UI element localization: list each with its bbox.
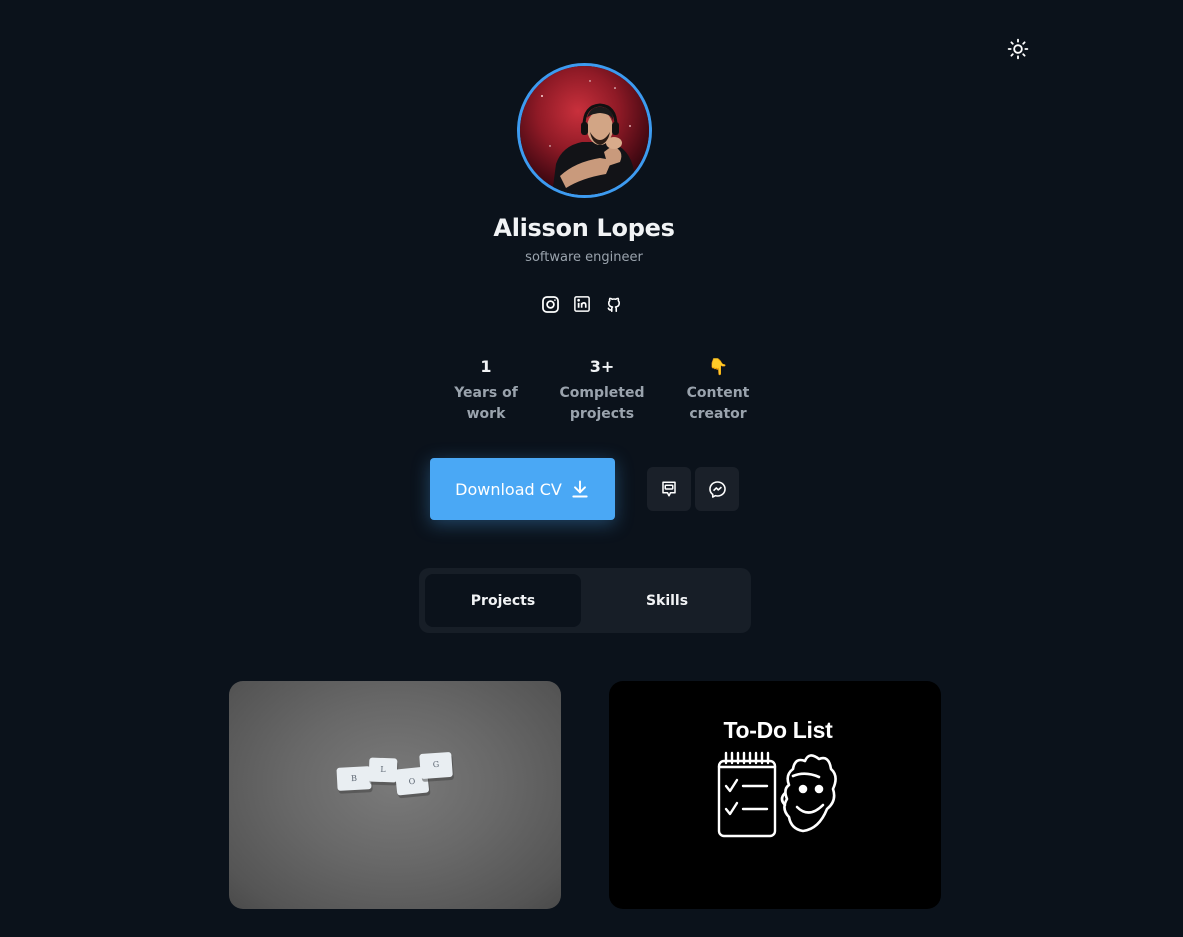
- stat-value: 1: [480, 357, 492, 376]
- pointing-down-emoji: 👇: [708, 357, 728, 376]
- profile-role: software engineer: [525, 250, 643, 265]
- chat-button[interactable]: [647, 467, 691, 511]
- instagram-link[interactable]: [540, 293, 560, 315]
- cartoon-face-icon: [780, 754, 837, 833]
- stat-label: Years of work: [454, 385, 518, 422]
- stat-years: 1 Years of work: [428, 356, 544, 425]
- section-tabs: Projects Skills: [419, 568, 751, 633]
- download-cv-label: Download CV: [455, 479, 562, 499]
- github-link[interactable]: [604, 293, 624, 315]
- download-cv-button[interactable]: Download CV: [430, 458, 615, 520]
- tab-skills[interactable]: Skills: [589, 574, 745, 627]
- stat-label: Completed projects: [559, 385, 645, 422]
- linkedin-icon: [574, 296, 590, 312]
- stats: 1 Years of work 3+ Completed projects 👇 …: [428, 356, 776, 425]
- tile-letter: G: [432, 760, 439, 769]
- messenger-button[interactable]: [695, 467, 739, 511]
- blog-tiles-image: B L O G: [336, 752, 454, 799]
- instagram-icon: [541, 295, 559, 313]
- stat-label: Content creator: [686, 385, 750, 422]
- checklist-icon: [717, 751, 777, 838]
- sun-icon: [1007, 38, 1029, 60]
- portfolio-page: Alisson Lopes software engineer 1 Years …: [0, 0, 1183, 937]
- tile-letter: B: [351, 774, 357, 783]
- social-links: [540, 293, 624, 315]
- profile-name: Alisson Lopes: [493, 214, 675, 242]
- todo-illustration: [717, 751, 837, 838]
- github-icon: [607, 297, 621, 312]
- project-card-blog[interactable]: B L O G: [229, 681, 561, 909]
- avatar: [517, 63, 652, 198]
- download-icon: [572, 480, 588, 498]
- messenger-icon: [708, 480, 726, 498]
- chat-icon: [662, 481, 676, 497]
- stat-projects: 3+ Completed projects: [544, 356, 660, 425]
- project-card-todo[interactable]: To-Do List: [609, 681, 941, 909]
- theme-toggle-button[interactable]: [1006, 37, 1030, 61]
- linkedin-link[interactable]: [572, 293, 592, 315]
- tab-projects[interactable]: Projects: [425, 574, 581, 627]
- stat-value: 3+: [589, 357, 615, 376]
- stat-content: 👇 Content creator: [660, 356, 776, 425]
